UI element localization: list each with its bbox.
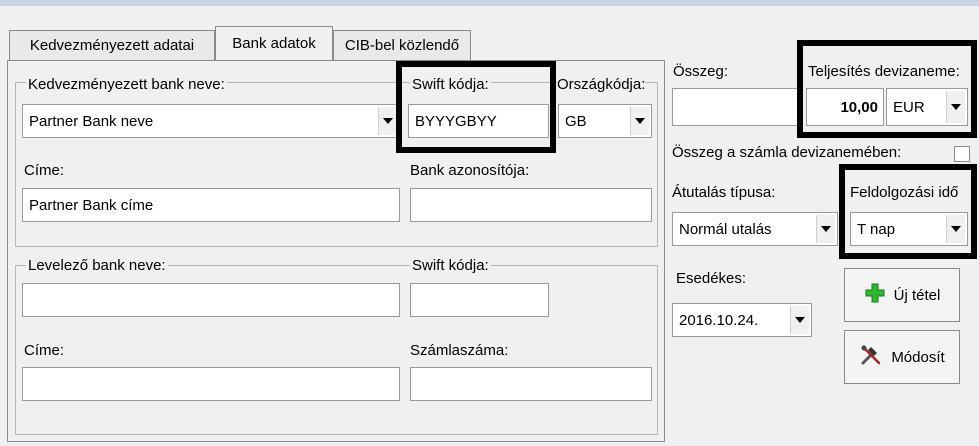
tab-cib-notice[interactable]: CIB-bel közlendő: [333, 30, 471, 60]
tab-beneficiary-data[interactable]: Kedvezményezett adatai: [9, 30, 215, 60]
tools-icon: [859, 343, 883, 371]
currency-combo[interactable]: EUR: [886, 88, 968, 126]
account-currency-checkbox[interactable]: [954, 146, 970, 162]
correspondent-address-field[interactable]: [22, 367, 400, 401]
account-number-field[interactable]: [410, 367, 652, 401]
bank-address-label: Címe:: [24, 162, 65, 179]
window-top-strip: [0, 0, 979, 6]
amount-label: Összeg:: [673, 63, 729, 80]
country-code-value: GB: [565, 112, 587, 130]
country-code-combo[interactable]: GB: [558, 104, 652, 138]
chevron-down-icon[interactable]: [630, 107, 649, 135]
transfer-type-value: Normál utalás: [679, 220, 772, 238]
transfer-type-combo[interactable]: Normál utalás: [672, 212, 838, 246]
tab-label: CIB-bel közlendő: [344, 37, 460, 54]
chevron-down-icon[interactable]: [816, 215, 835, 243]
bank-id-label: Bank azonosítója:: [410, 162, 530, 179]
chevron-down-icon[interactable]: [378, 107, 397, 135]
new-item-button-label: Új tétel: [893, 286, 941, 304]
bank-id-field[interactable]: [410, 188, 652, 222]
chevron-down-icon[interactable]: [790, 306, 809, 334]
currency-value: EUR: [893, 98, 925, 116]
swift-code-field[interactable]: BYYYGBYY: [408, 104, 549, 138]
correspondent-bank-name-label: Levelező bank neve:: [26, 257, 168, 274]
correspondent-swift-field[interactable]: [410, 283, 549, 317]
new-item-button[interactable]: Új tétel: [844, 268, 960, 322]
correspondent-swift-label: Swift kódja:: [410, 257, 491, 274]
tab-label: Bank adatok: [232, 35, 316, 52]
correspondent-address-label: Címe:: [24, 342, 65, 359]
modify-button-label: Módosít: [891, 348, 945, 366]
processing-time-label: Feldolgozási idő: [850, 184, 959, 201]
currency-amount-field[interactable]: 10,00: [806, 88, 884, 126]
processing-time-value: T nap: [857, 220, 896, 238]
due-date-picker[interactable]: 2016.10.24.: [672, 303, 812, 337]
tab-label: Kedvezményezett adatai: [29, 37, 195, 54]
chevron-down-icon[interactable]: [946, 215, 965, 243]
beneficiary-bank-name-label: Kedvezményezett bank neve:: [26, 76, 227, 93]
processing-time-combo[interactable]: T nap: [850, 212, 968, 246]
modify-button[interactable]: Módosít: [844, 330, 960, 384]
due-date-label: Esedékes:: [676, 270, 747, 287]
plus-icon: [864, 282, 886, 308]
currency-label: Teljesítés devizaneme:: [808, 63, 960, 80]
swift-code-label: Swift kódja:: [410, 76, 491, 93]
correspondent-bank-name-field[interactable]: [22, 283, 400, 317]
amount-field[interactable]: [672, 88, 798, 126]
account-currency-label: Összeg a számla devizanemében:: [672, 144, 902, 161]
bank-address-field[interactable]: Partner Bank címe: [22, 188, 400, 222]
transfer-type-label: Átutalás típusa:: [672, 184, 776, 201]
chevron-down-icon[interactable]: [946, 91, 965, 123]
tab-bank-data[interactable]: Bank adatok: [215, 26, 333, 60]
beneficiary-bank-name-value: Partner Bank neve: [29, 112, 154, 130]
due-date-value: 2016.10.24.: [679, 311, 759, 329]
beneficiary-bank-name-combo[interactable]: Partner Bank neve: [22, 104, 400, 138]
account-number-label: Számlaszáma:: [410, 342, 509, 359]
country-code-label: Országkódja:: [557, 76, 646, 93]
